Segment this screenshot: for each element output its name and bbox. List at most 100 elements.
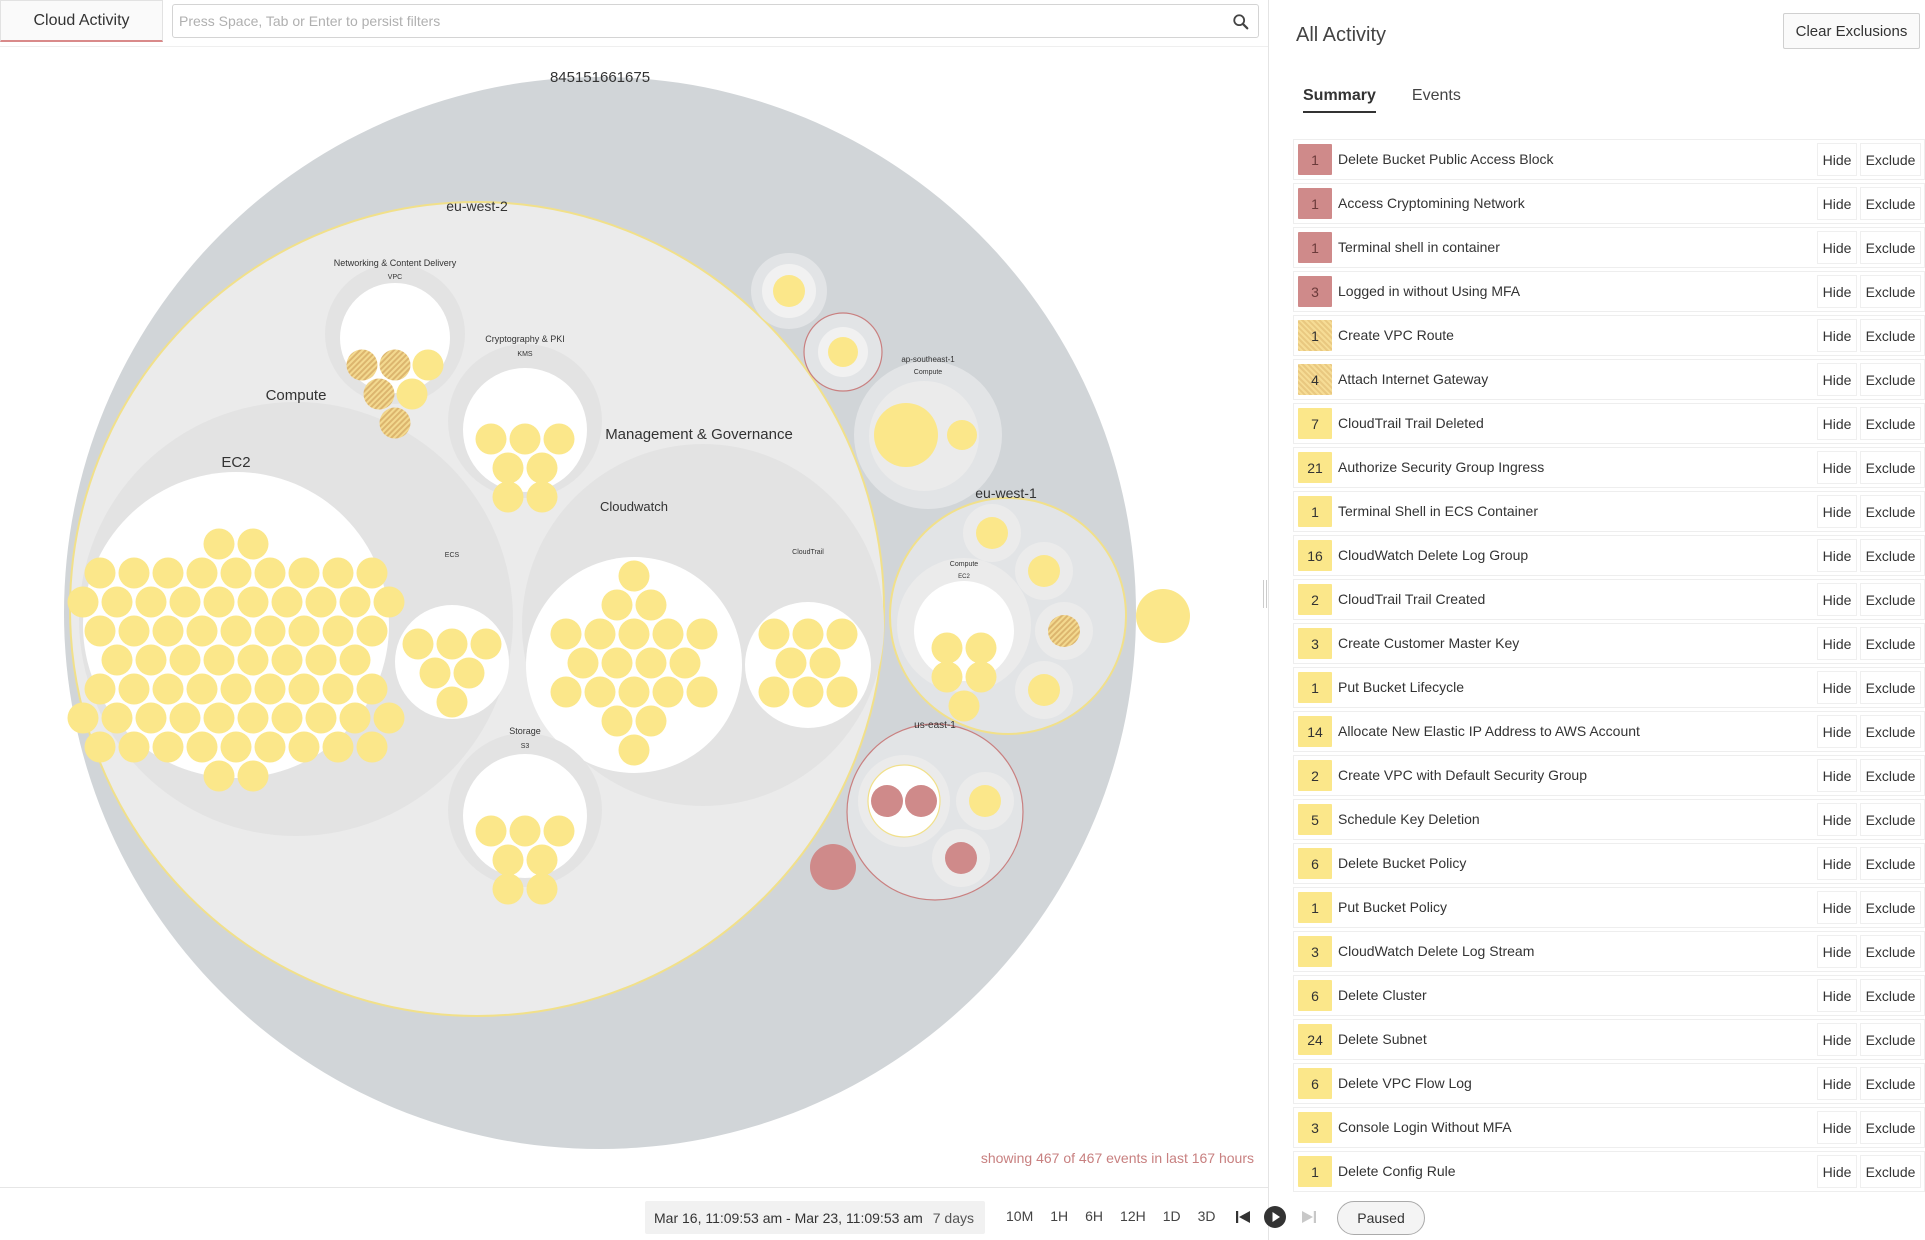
- event-dot[interactable]: [271, 644, 303, 676]
- event-dot[interactable]: [84, 673, 116, 705]
- event-dot[interactable]: [356, 731, 388, 763]
- event-dot[interactable]: [686, 618, 718, 650]
- event-dot[interactable]: [135, 644, 167, 676]
- activity-row[interactable]: 1 Put Bucket Lifecycle Hide Exclude: [1293, 667, 1925, 708]
- service-euw1-ec2[interactable]: [914, 581, 1014, 681]
- event-dot-red[interactable]: [810, 844, 856, 890]
- date-range-picker[interactable]: Mar 16, 11:09:53 am - Mar 23, 11:09:53 a…: [645, 1201, 985, 1234]
- event-dot-red[interactable]: [945, 842, 977, 874]
- event-dot[interactable]: [254, 615, 286, 647]
- activity-row[interactable]: 1 Terminal shell in container Hide Exclude: [1293, 227, 1925, 268]
- activity-label[interactable]: Schedule Key Deletion: [1338, 811, 1480, 827]
- activity-label[interactable]: Attach Internet Gateway: [1338, 371, 1488, 387]
- event-dot[interactable]: [396, 378, 428, 410]
- search-icon[interactable]: [1232, 13, 1250, 31]
- activity-label[interactable]: CloudTrail Trail Deleted: [1338, 415, 1484, 431]
- exclude-button[interactable]: Exclude: [1860, 803, 1921, 836]
- activity-label[interactable]: Terminal Shell in ECS Container: [1338, 503, 1538, 519]
- event-dot[interactable]: [758, 676, 790, 708]
- event-dot[interactable]: [567, 647, 599, 679]
- event-dot[interactable]: [84, 731, 116, 763]
- event-dot[interactable]: [526, 481, 558, 513]
- range-3d-button[interactable]: 3D: [1198, 1208, 1216, 1224]
- event-dot[interactable]: [339, 586, 371, 618]
- event-dot[interactable]: [84, 615, 116, 647]
- exclude-button[interactable]: Exclude: [1860, 1155, 1921, 1188]
- hide-button[interactable]: Hide: [1817, 407, 1857, 440]
- event-dot[interactable]: [84, 557, 116, 589]
- exclude-button[interactable]: Exclude: [1860, 319, 1921, 352]
- event-dot[interactable]: [492, 452, 524, 484]
- event-dot[interactable]: [339, 702, 371, 734]
- bubble-visualization[interactable]: 845151661675 eu-west-2 Compute EC2 ECS M…: [0, 47, 1268, 1187]
- event-dot[interactable]: [152, 557, 184, 589]
- event-dot[interactable]: [618, 560, 650, 592]
- event-dot[interactable]: [969, 785, 1001, 817]
- event-dot[interactable]: [220, 615, 252, 647]
- event-dot[interactable]: [346, 349, 378, 381]
- event-dot[interactable]: [373, 586, 405, 618]
- hide-button[interactable]: Hide: [1817, 847, 1857, 880]
- event-dot[interactable]: [186, 673, 218, 705]
- event-dot[interactable]: [792, 618, 824, 650]
- activity-row[interactable]: 1 Put Bucket Policy Hide Exclude: [1293, 887, 1925, 928]
- hide-button[interactable]: Hide: [1817, 935, 1857, 968]
- event-dot[interactable]: [339, 644, 371, 676]
- bubble-chart-svg[interactable]: 845151661675 eu-west-2 Compute EC2 ECS M…: [0, 47, 1268, 1187]
- exclude-button[interactable]: Exclude: [1860, 759, 1921, 792]
- event-dot[interactable]: [686, 676, 718, 708]
- event-dot[interactable]: [601, 705, 633, 737]
- exclude-button[interactable]: Exclude: [1860, 187, 1921, 220]
- skip-back-icon[interactable]: [1231, 1205, 1255, 1229]
- event-dot[interactable]: [288, 615, 320, 647]
- hide-button[interactable]: Hide: [1817, 451, 1857, 484]
- event-dot[interactable]: [152, 615, 184, 647]
- event-dot[interactable]: [67, 586, 99, 618]
- event-dot[interactable]: [186, 557, 218, 589]
- activity-row[interactable]: 3 Console Login Without MFA Hide Exclude: [1293, 1107, 1925, 1148]
- activity-label[interactable]: Put Bucket Lifecycle: [1338, 679, 1464, 695]
- event-dot[interactable]: [101, 702, 133, 734]
- event-dot[interactable]: [948, 690, 980, 722]
- event-dot[interactable]: [931, 632, 963, 664]
- event-dot[interactable]: [1028, 555, 1060, 587]
- event-dot[interactable]: [550, 618, 582, 650]
- event-dot[interactable]: [203, 644, 235, 676]
- event-dot[interactable]: [203, 528, 235, 560]
- exclude-button[interactable]: Exclude: [1860, 583, 1921, 616]
- hide-button[interactable]: Hide: [1817, 143, 1857, 176]
- event-dot[interactable]: [135, 586, 167, 618]
- exclude-button[interactable]: Exclude: [1860, 407, 1921, 440]
- activity-label[interactable]: Terminal shell in container: [1338, 239, 1500, 255]
- activity-row[interactable]: 6 Delete Cluster Hide Exclude: [1293, 975, 1925, 1016]
- activity-label[interactable]: Delete Bucket Public Access Block: [1338, 151, 1554, 167]
- event-dot[interactable]: [976, 517, 1008, 549]
- event-dot[interactable]: [550, 676, 582, 708]
- activity-row[interactable]: 1 Delete Config Rule Hide Exclude: [1293, 1151, 1925, 1192]
- event-dot-hatched[interactable]: [1048, 615, 1080, 647]
- event-dot[interactable]: [828, 337, 858, 367]
- event-dot[interactable]: [101, 644, 133, 676]
- event-dot[interactable]: [237, 528, 269, 560]
- cloud-activity-tab[interactable]: Cloud Activity: [0, 0, 163, 42]
- activity-label[interactable]: Access Cryptomining Network: [1338, 195, 1525, 211]
- activity-label[interactable]: Put Bucket Policy: [1338, 899, 1447, 915]
- event-dot[interactable]: [965, 632, 997, 664]
- activity-row[interactable]: 24 Delete Subnet Hide Exclude: [1293, 1019, 1925, 1060]
- event-dot[interactable]: [67, 702, 99, 734]
- event-dot[interactable]: [492, 481, 524, 513]
- event-dot[interactable]: [492, 873, 524, 905]
- event-dot[interactable]: [601, 647, 633, 679]
- event-dot[interactable]: [492, 844, 524, 876]
- exclude-button[interactable]: Exclude: [1860, 1023, 1921, 1056]
- event-dot[interactable]: [118, 673, 150, 705]
- event-dot[interactable]: [475, 423, 507, 455]
- hide-button[interactable]: Hide: [1817, 231, 1857, 264]
- event-dot[interactable]: [169, 586, 201, 618]
- activity-label[interactable]: Delete Subnet: [1338, 1031, 1427, 1047]
- hide-button[interactable]: Hide: [1817, 1111, 1857, 1144]
- skip-forward-icon[interactable]: [1297, 1205, 1321, 1229]
- event-dot[interactable]: [826, 618, 858, 650]
- event-dot[interactable]: [618, 676, 650, 708]
- event-dot[interactable]: [220, 673, 252, 705]
